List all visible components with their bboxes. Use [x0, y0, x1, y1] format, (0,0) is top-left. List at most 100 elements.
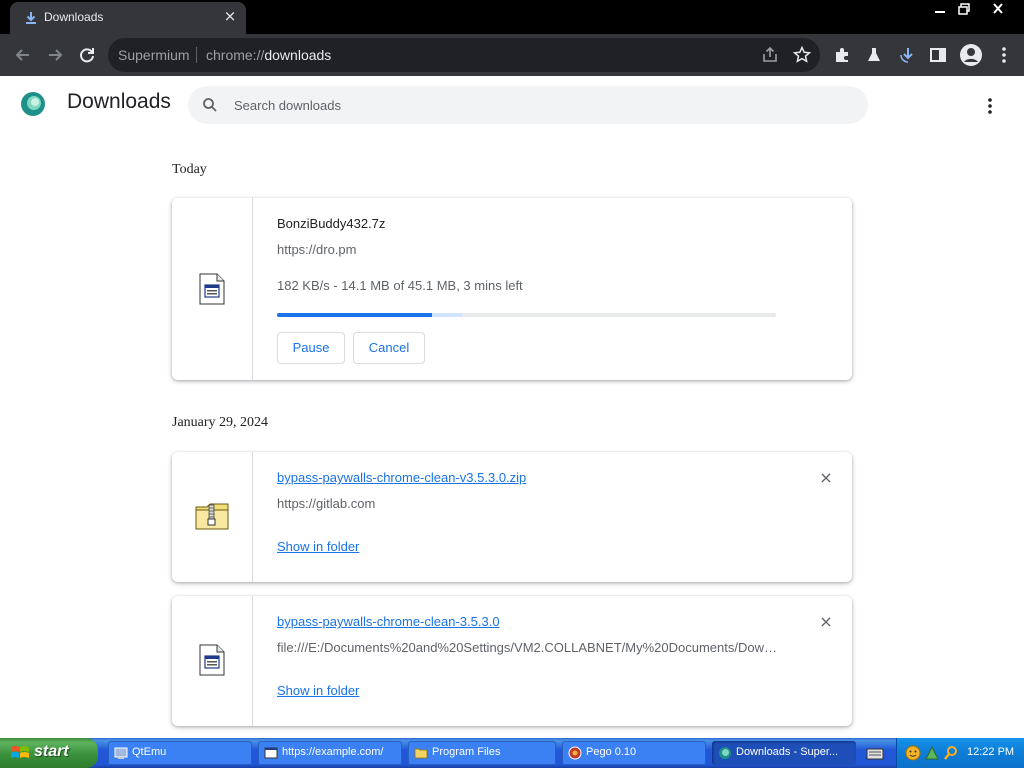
side-panel-icon [930, 48, 946, 62]
taskbar: start QtEmu https://example.com/ Program… [0, 738, 1024, 768]
system-tray: 12:22 PM [896, 738, 1024, 768]
tab-close-icon[interactable]: × [222, 8, 238, 24]
file-source-url: https://dro.pm [277, 242, 357, 257]
file-name-link[interactable]: bypass-paywalls-chrome-clean-v3.5.3.0.zi… [277, 470, 526, 485]
downloads-header: Downloads [0, 76, 1024, 136]
download-icon [26, 12, 36, 24]
extensions-button[interactable] [832, 45, 852, 65]
reload-icon [80, 48, 94, 63]
windows-logo-icon [11, 746, 29, 758]
minimize-button[interactable] [928, 0, 952, 18]
date-heading-january-29: January 29, 2024 [172, 415, 269, 430]
show-in-folder-link[interactable]: Show in folder [277, 539, 359, 554]
taskbar-item-program-files[interactable]: Program Files [408, 741, 556, 765]
restore-icon [958, 3, 970, 15]
more-actions-icon[interactable] [980, 96, 1000, 116]
taskbar-item-label: https://example.com/ [282, 746, 384, 758]
file-icon-column [172, 596, 253, 726]
file-icon-column [172, 198, 253, 380]
share-icon [763, 46, 777, 62]
start-label: start [34, 743, 69, 760]
progress-fill [277, 313, 432, 317]
url-path: downloads [264, 47, 332, 63]
supermium-icon [719, 747, 731, 759]
search-bar[interactable] [188, 86, 868, 124]
browser-titlebar: Downloads × [0, 0, 1024, 34]
pego-icon [568, 746, 582, 760]
file-source-url: file:///E:/Documents%20and%20Settings/VM… [277, 640, 777, 655]
progress-buffer [431, 313, 462, 317]
puzzle-icon [836, 48, 848, 62]
zip-folder-icon [195, 503, 229, 530]
start-button[interactable]: start [0, 738, 98, 768]
supermium-logo-icon [21, 92, 45, 116]
file-icon-column [172, 452, 253, 582]
avatar-icon [960, 44, 982, 66]
file-name: BonziBuddy432.7z [277, 216, 386, 231]
back-button[interactable] [12, 44, 34, 66]
url-text: chrome://downloads [206, 47, 331, 63]
keyboard-icon [866, 748, 884, 760]
show-in-folder-link[interactable]: Show in folder [277, 683, 359, 698]
search-input[interactable] [234, 93, 834, 117]
close-icon [993, 3, 1003, 14]
reload-button[interactable] [76, 44, 98, 66]
forward-button[interactable] [44, 44, 66, 66]
tab-title: Downloads [44, 10, 104, 24]
qtemu-icon [114, 747, 128, 759]
forward-arrow-icon [49, 49, 63, 61]
search-icon [203, 98, 217, 112]
clock: 12:22 PM [967, 746, 1015, 758]
taskbar-item-example[interactable]: https://example.com/ [258, 741, 402, 765]
url-scheme: chrome:// [206, 47, 265, 63]
download-status: 182 KB/s - 14.1 MB of 45.1 MB, 3 mins le… [277, 278, 523, 293]
page-title: Downloads [67, 90, 171, 113]
file-source-url: https://gitlab.com [277, 496, 376, 511]
kebab-menu-icon [1002, 47, 1006, 63]
bookmark-button[interactable] [792, 45, 812, 65]
taskbar-item-label: Program Files [432, 746, 501, 758]
search-tray-icon[interactable] [943, 745, 959, 761]
download-item: bypass-paywalls-chrome-clean-v3.5.3.0.zi… [172, 452, 852, 582]
pause-button[interactable]: Pause [277, 332, 345, 364]
share-button[interactable] [760, 45, 780, 65]
smiley-tray-icon[interactable] [905, 745, 921, 761]
taskbar-item-label: QtEmu [132, 746, 167, 758]
site-chip: Supermium [118, 47, 190, 63]
back-arrow-icon [15, 49, 29, 61]
keyboard-layout-button[interactable] [866, 746, 884, 760]
browser-toolbar: Supermium chrome://downloads [0, 34, 1024, 76]
address-separator [196, 47, 197, 63]
taskbar-item-pego[interactable]: Pego 0.10 [562, 741, 706, 765]
labs-button[interactable] [864, 45, 884, 65]
profile-button[interactable] [959, 43, 983, 67]
minimize-icon [935, 11, 945, 13]
download-item: BonziBuddy432.7z https://dro.pm 182 KB/s… [172, 198, 852, 380]
date-heading-today: Today [172, 162, 207, 177]
network-tray-icon[interactable] [924, 745, 940, 761]
window-icon [264, 747, 278, 759]
taskbar-item-label: Pego 0.10 [586, 746, 637, 758]
taskbar-item-qtemu[interactable]: QtEmu [108, 741, 252, 765]
taskbar-item-downloads[interactable]: Downloads - Super... [712, 741, 856, 765]
browser-menu-button[interactable] [994, 45, 1014, 65]
generic-file-icon [199, 644, 225, 676]
address-bar[interactable]: Supermium chrome://downloads [108, 38, 820, 72]
progress-bar [277, 313, 776, 317]
remove-item-icon[interactable]: × [816, 468, 836, 488]
file-name-link[interactable]: bypass-paywalls-chrome-clean-3.5.3.0 [277, 614, 500, 629]
tab-downloads[interactable]: Downloads × [10, 2, 246, 34]
cancel-button[interactable]: Cancel [353, 332, 425, 364]
download-progress-icon [900, 48, 913, 63]
star-icon [792, 45, 812, 63]
close-window-button[interactable] [986, 0, 1010, 18]
side-panel-button[interactable] [928, 45, 948, 65]
generic-file-icon [199, 273, 225, 305]
remove-item-icon[interactable]: × [816, 612, 836, 632]
folder-icon [414, 748, 428, 759]
downloads-toolbar-button[interactable] [898, 45, 918, 65]
taskbar-item-label: Downloads - Super... [736, 746, 839, 758]
download-item: bypass-paywalls-chrome-clean-3.5.3.0 fil… [172, 596, 852, 726]
flask-icon [868, 48, 880, 61]
restore-button[interactable] [952, 0, 976, 18]
